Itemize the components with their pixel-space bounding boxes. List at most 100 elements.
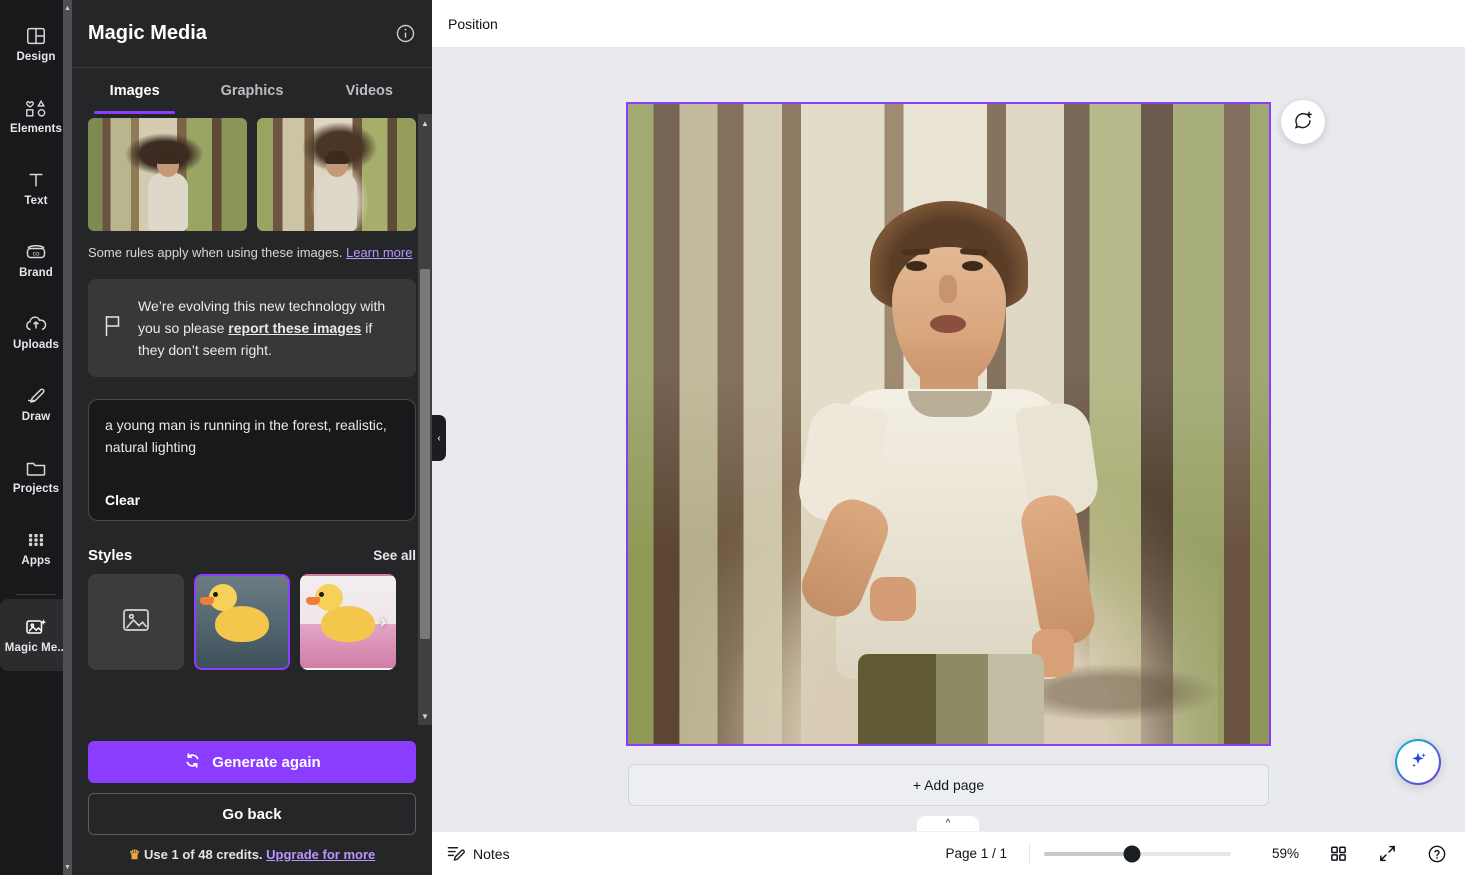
duck-head	[306, 583, 343, 611]
zoom-slider-track[interactable]	[1044, 845, 1231, 862]
tab-graphics[interactable]: Graphics	[193, 68, 310, 114]
credits-text: Use 1 of 48 credits.	[144, 847, 267, 862]
shapes-icon	[24, 97, 48, 119]
sidebar-item-text[interactable]: Text	[0, 152, 72, 224]
rail-scroll-down-icon[interactable]: ▼	[63, 861, 72, 873]
panel-scroll-area: Some rules apply when using these images…	[72, 114, 432, 725]
thumb-figure	[316, 151, 357, 231]
collapse-panel-handle[interactable]: ‹	[432, 415, 446, 461]
add-page-button[interactable]: + Add page	[628, 764, 1269, 806]
sidebar-item-apps[interactable]: Apps	[0, 512, 72, 584]
duck-beak	[200, 596, 214, 605]
duck-body	[200, 583, 269, 642]
sidebar-label: Brand	[19, 266, 53, 279]
sidebar-label: Elements	[10, 122, 62, 135]
rail-divider	[16, 594, 56, 595]
expand-icon[interactable]	[1378, 844, 1397, 863]
grid-dots-icon	[25, 529, 47, 551]
thumb-head	[324, 151, 349, 177]
sidebar-label: Apps	[21, 554, 51, 567]
panel-scrollbar[interactable]: ▲ ▼	[418, 114, 432, 725]
comment-add-icon	[1292, 109, 1314, 136]
duck-body	[306, 583, 375, 642]
sidebar-item-design[interactable]: Design	[0, 8, 72, 80]
runner-fist-left	[869, 577, 916, 621]
style-option-none[interactable]	[88, 574, 184, 670]
upgrade-link[interactable]: Upgrade for more	[266, 847, 375, 862]
zoom-slider-fill	[1044, 851, 1132, 856]
usage-rules-label: Some rules apply when using these images…	[88, 245, 346, 260]
prompt-input[interactable]: a young man is running in the forest, re…	[88, 399, 416, 521]
learn-more-link[interactable]: Learn more	[346, 245, 412, 260]
info-circle-icon[interactable]	[395, 23, 416, 44]
chevron-left-icon: ‹	[437, 432, 441, 444]
report-images-link[interactable]: report these images	[228, 320, 361, 336]
image-placeholder-icon	[120, 605, 152, 640]
chevron-right-icon[interactable]: ›	[380, 612, 386, 633]
notes-icon	[446, 843, 465, 865]
sidebar-item-uploads[interactable]: Uploads	[0, 296, 72, 368]
position-button[interactable]: Position	[448, 16, 498, 32]
thumb-body	[316, 173, 357, 231]
sidebar-label: Magic Me...	[4, 641, 68, 654]
scroll-up-icon[interactable]: ▲	[418, 116, 432, 130]
help-circle-icon[interactable]	[1427, 844, 1447, 864]
sidebar-item-elements[interactable]: Elements	[0, 80, 72, 152]
runner-nose	[938, 275, 957, 303]
magic-media-panel: Magic Media Images Graphics Videos Some …	[72, 0, 432, 875]
sidebar-item-brand[interactable]: co Brand	[0, 224, 72, 296]
result-thumbnail[interactable]	[257, 118, 416, 231]
rail-scroll-up-icon[interactable]: ▲	[63, 2, 72, 14]
grid-view-icon[interactable]	[1329, 844, 1348, 863]
brand-icon: co	[24, 241, 48, 263]
thumb-body	[147, 173, 188, 231]
thumb-hair	[324, 151, 349, 164]
text-icon	[25, 169, 47, 191]
go-back-button[interactable]: Go back	[88, 793, 416, 835]
svg-text:co: co	[33, 250, 40, 257]
folder-icon	[24, 457, 48, 479]
styles-carousel: ›	[88, 574, 416, 670]
thumb-head	[155, 151, 180, 177]
tab-images[interactable]: Images	[76, 68, 193, 114]
duck-eye	[319, 591, 324, 597]
see-all-button[interactable]: See all	[373, 548, 416, 563]
expand-pages-panel-button[interactable]: ^	[917, 816, 979, 831]
scrollbar-thumb[interactable]	[420, 269, 430, 639]
generated-results	[88, 114, 416, 231]
sidebar-item-magic-media[interactable]: Magic Me...	[0, 599, 72, 671]
chevron-up-icon: ^	[945, 818, 951, 829]
zoom-slider[interactable]	[1029, 843, 1231, 864]
sidebar-label: Projects	[12, 482, 60, 495]
notice-text: We’re evolving this new technology with …	[138, 295, 400, 361]
panel-header: Magic Media	[72, 0, 432, 68]
result-thumbnail[interactable]	[88, 118, 247, 231]
tab-videos[interactable]: Videos	[311, 68, 428, 114]
styles-header: Styles See all	[88, 547, 416, 564]
panel-tabs: Images Graphics Videos	[72, 68, 432, 114]
page-canvas-image[interactable]	[626, 102, 1271, 746]
scroll-down-icon[interactable]: ▼	[418, 709, 432, 723]
notes-button[interactable]: Notes	[446, 843, 510, 865]
runner-eye-right	[961, 261, 983, 271]
sidebar-item-projects[interactable]: Projects	[0, 440, 72, 512]
style-option-photo-2[interactable]: ›	[300, 574, 396, 670]
style-option-photo[interactable]	[194, 574, 290, 670]
thumb-figure	[147, 151, 188, 231]
sidebar-item-draw[interactable]: Draw	[0, 368, 72, 440]
duck-beak	[306, 596, 320, 605]
credits-line: ♛ Use 1 of 48 credits. Upgrade for more	[88, 847, 416, 863]
magic-sparkle-icon	[1406, 748, 1430, 777]
rail-scrollbar[interactable]: ▲ ▼	[63, 0, 72, 875]
runner-collar	[907, 391, 992, 417]
duck-illustration	[306, 583, 375, 642]
add-comment-button[interactable]	[1281, 100, 1325, 144]
magic-studio-button[interactable]	[1395, 739, 1441, 785]
crown-icon: ♛	[128, 847, 141, 862]
canvas-area[interactable]: + Add page ^	[432, 48, 1465, 831]
clear-button[interactable]: Clear	[105, 492, 140, 508]
panel-footer: Generate again Go back ♛ Use 1 of 48 cre…	[72, 725, 432, 875]
generate-again-button[interactable]: Generate again	[88, 741, 416, 783]
refresh-icon	[183, 751, 202, 774]
zoom-slider-thumb[interactable]	[1123, 845, 1141, 862]
